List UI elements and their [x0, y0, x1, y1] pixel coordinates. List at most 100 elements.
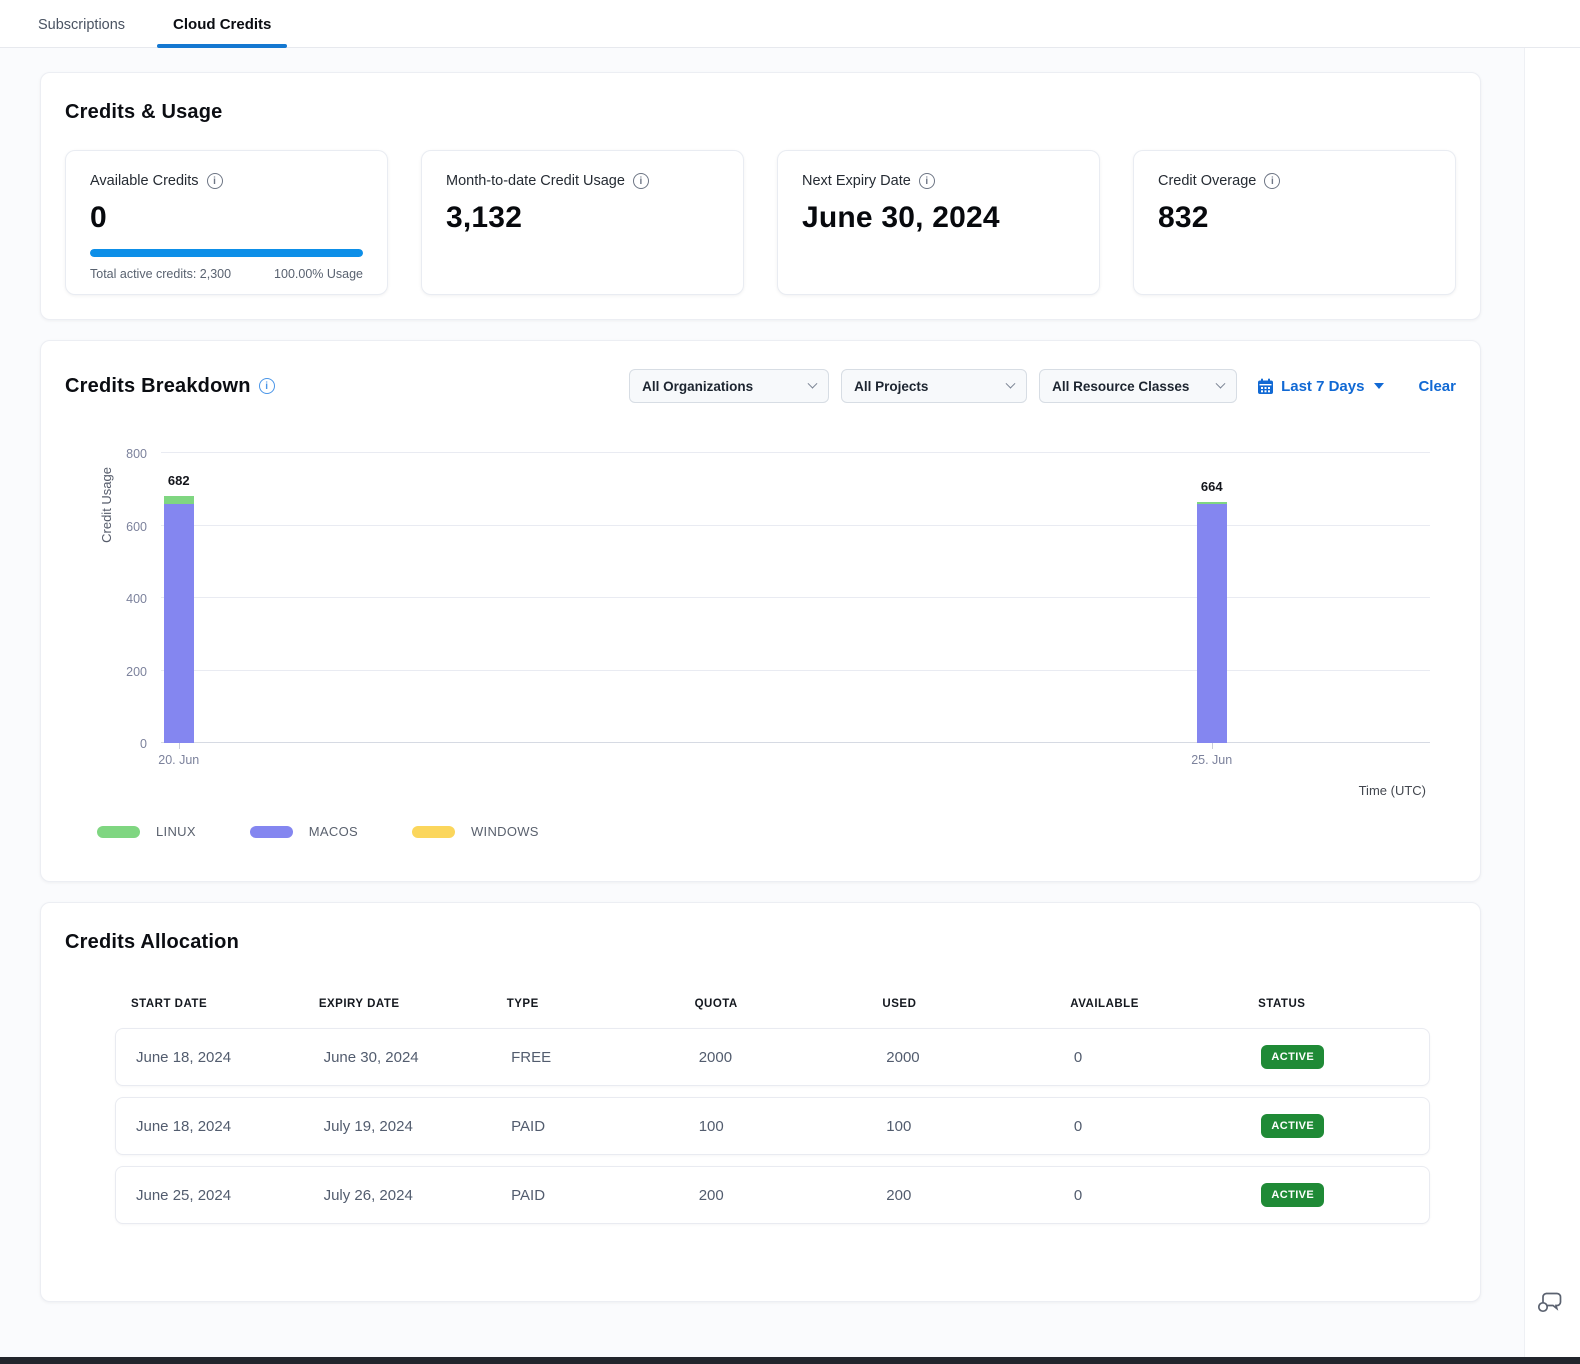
tab-cloud-credits-label: Cloud Credits: [173, 16, 271, 33]
usage-percent: 100.00% Usage: [274, 267, 363, 281]
cell-start-date: June 18, 2024: [116, 1049, 304, 1066]
date-range-value: Last 7 Days: [1281, 378, 1364, 395]
chart-y-axis-label: Credit Usage: [99, 467, 114, 543]
info-icon[interactable]: i: [633, 173, 649, 189]
mtd-usage-value: 3,132: [446, 201, 719, 235]
gridline: [161, 670, 1430, 671]
credits-usage-title: Credits & Usage: [65, 101, 1456, 124]
stat-card-available-credits: Available Credits i 0 Total active credi…: [65, 150, 388, 295]
table-row[interactable]: June 18, 2024July 19, 2024PAID1001000ACT…: [115, 1097, 1430, 1155]
legend-swatch-macos: [250, 826, 293, 838]
cell-available: 0: [1054, 1049, 1242, 1066]
table-row[interactable]: June 18, 2024June 30, 2024FREE200020000A…: [115, 1028, 1430, 1086]
cell-available: 0: [1054, 1118, 1242, 1135]
chart-x-axis-label: Time (UTC): [65, 783, 1426, 798]
gridline: [161, 525, 1430, 526]
x-axis-tickmark: [179, 743, 180, 749]
credits-allocation-title: Credits Allocation: [65, 931, 1456, 954]
feedback-chat-button[interactable]: [1537, 1290, 1563, 1319]
bar-segment-macos: [1197, 504, 1227, 743]
column-header: AVAILABLE: [1054, 998, 1242, 1010]
clear-filters-button[interactable]: Clear: [1418, 378, 1456, 395]
legend-label: LINUX: [156, 824, 196, 839]
bar-total-label: 664: [1201, 479, 1223, 494]
table-row[interactable]: June 25, 2024July 26, 2024PAID2002000ACT…: [115, 1166, 1430, 1224]
stat-card-credit-overage: Credit Overage i 832: [1133, 150, 1456, 295]
projects-dropdown[interactable]: All Projects: [841, 369, 1027, 403]
x-axis-tick: 25. Jun: [1191, 753, 1232, 767]
gridline: [161, 597, 1430, 598]
calendar-icon: [1257, 378, 1274, 395]
resource-classes-dropdown[interactable]: All Resource Classes: [1039, 369, 1237, 403]
credits-breakdown-panel: Credits Breakdown i All Organizations Al…: [40, 340, 1481, 882]
legend-item-macos[interactable]: MACOS: [250, 824, 358, 839]
cell-start-date: June 18, 2024: [116, 1118, 304, 1135]
total-active-credits: Total active credits: 2,300: [90, 267, 231, 281]
mtd-usage-label: Month-to-date Credit Usage: [446, 173, 625, 189]
info-icon[interactable]: i: [1264, 173, 1280, 189]
tab-subscriptions-label: Subscriptions: [38, 17, 125, 33]
credit-overage-value: 832: [1158, 201, 1431, 235]
cell-quota: 100: [679, 1118, 867, 1135]
cell-type: PAID: [491, 1118, 679, 1135]
chevron-down-icon: [808, 378, 818, 388]
status-badge: ACTIVE: [1261, 1114, 1324, 1138]
cell-quota: 2000: [679, 1049, 867, 1066]
tab-bar: Subscriptions Cloud Credits: [0, 0, 1580, 48]
next-expiry-label: Next Expiry Date: [802, 173, 911, 189]
bar-total-label: 682: [168, 473, 190, 488]
chevron-down-icon: [1216, 378, 1226, 388]
active-tab-underline: [157, 44, 287, 48]
column-header: STATUS: [1242, 998, 1430, 1010]
column-header: USED: [866, 998, 1054, 1010]
organizations-dropdown-value: All Organizations: [642, 379, 753, 394]
cell-expiry-date: June 30, 2024: [304, 1049, 492, 1066]
credits-breakdown-title: Credits Breakdown: [65, 375, 251, 398]
info-icon[interactable]: i: [259, 378, 275, 394]
main-content: Credits & Usage Available Credits i 0 To…: [40, 72, 1481, 1302]
gridline: [161, 742, 1430, 743]
allocation-table: START DATEEXPIRY DATETYPEQUOTAUSEDAVAILA…: [115, 998, 1430, 1224]
tab-cloud-credits[interactable]: Cloud Credits: [157, 4, 287, 47]
column-header: QUOTA: [679, 998, 867, 1010]
bar-25-jun[interactable]: [1197, 502, 1227, 743]
tab-subscriptions[interactable]: Subscriptions: [22, 5, 141, 47]
projects-dropdown-value: All Projects: [854, 379, 928, 394]
y-axis-tick: 0: [140, 737, 147, 751]
status-badge: ACTIVE: [1261, 1045, 1324, 1069]
credit-overage-label: Credit Overage: [1158, 173, 1256, 189]
legend-swatch-linux: [97, 826, 140, 838]
caret-down-icon: [1374, 383, 1384, 389]
info-icon[interactable]: i: [919, 173, 935, 189]
bottom-edge: [0, 1357, 1580, 1364]
available-credits-value: 0: [90, 201, 363, 235]
legend-label: MACOS: [309, 824, 358, 839]
legend-label: WINDOWS: [471, 824, 539, 839]
bar-20-jun[interactable]: [164, 496, 194, 743]
credits-allocation-panel: Credits Allocation START DATEEXPIRY DATE…: [40, 902, 1481, 1302]
credits-usage-panel: Credits & Usage Available Credits i 0 To…: [40, 72, 1481, 320]
cell-expiry-date: July 19, 2024: [304, 1118, 492, 1135]
allocation-header-row: START DATEEXPIRY DATETYPEQUOTAUSEDAVAILA…: [115, 998, 1430, 1010]
info-icon[interactable]: i: [207, 173, 223, 189]
column-header: TYPE: [491, 998, 679, 1010]
resource-classes-dropdown-value: All Resource Classes: [1052, 379, 1189, 394]
legend-swatch-windows: [412, 826, 455, 838]
chart-plot: 020040060080068220. Jun66425. Jun: [161, 453, 1430, 743]
y-axis-tick: 800: [126, 447, 147, 461]
legend-item-linux[interactable]: LINUX: [97, 824, 196, 839]
cell-used: 200: [866, 1187, 1054, 1204]
y-axis-tick: 600: [126, 520, 147, 534]
organizations-dropdown[interactable]: All Organizations: [629, 369, 829, 403]
date-range-picker[interactable]: Last 7 Days: [1257, 378, 1384, 395]
legend-item-windows[interactable]: WINDOWS: [412, 824, 539, 839]
bar-segment-linux: [164, 496, 194, 505]
right-rail: [1524, 48, 1580, 1357]
column-header: EXPIRY DATE: [303, 998, 491, 1010]
next-expiry-value: June 30, 2024: [802, 201, 1075, 235]
stat-grid: Available Credits i 0 Total active credi…: [65, 150, 1456, 295]
cell-type: PAID: [491, 1187, 679, 1204]
y-axis-tick: 200: [126, 665, 147, 679]
status-badge: ACTIVE: [1261, 1183, 1324, 1207]
chat-bubbles-icon: [1537, 1290, 1563, 1314]
